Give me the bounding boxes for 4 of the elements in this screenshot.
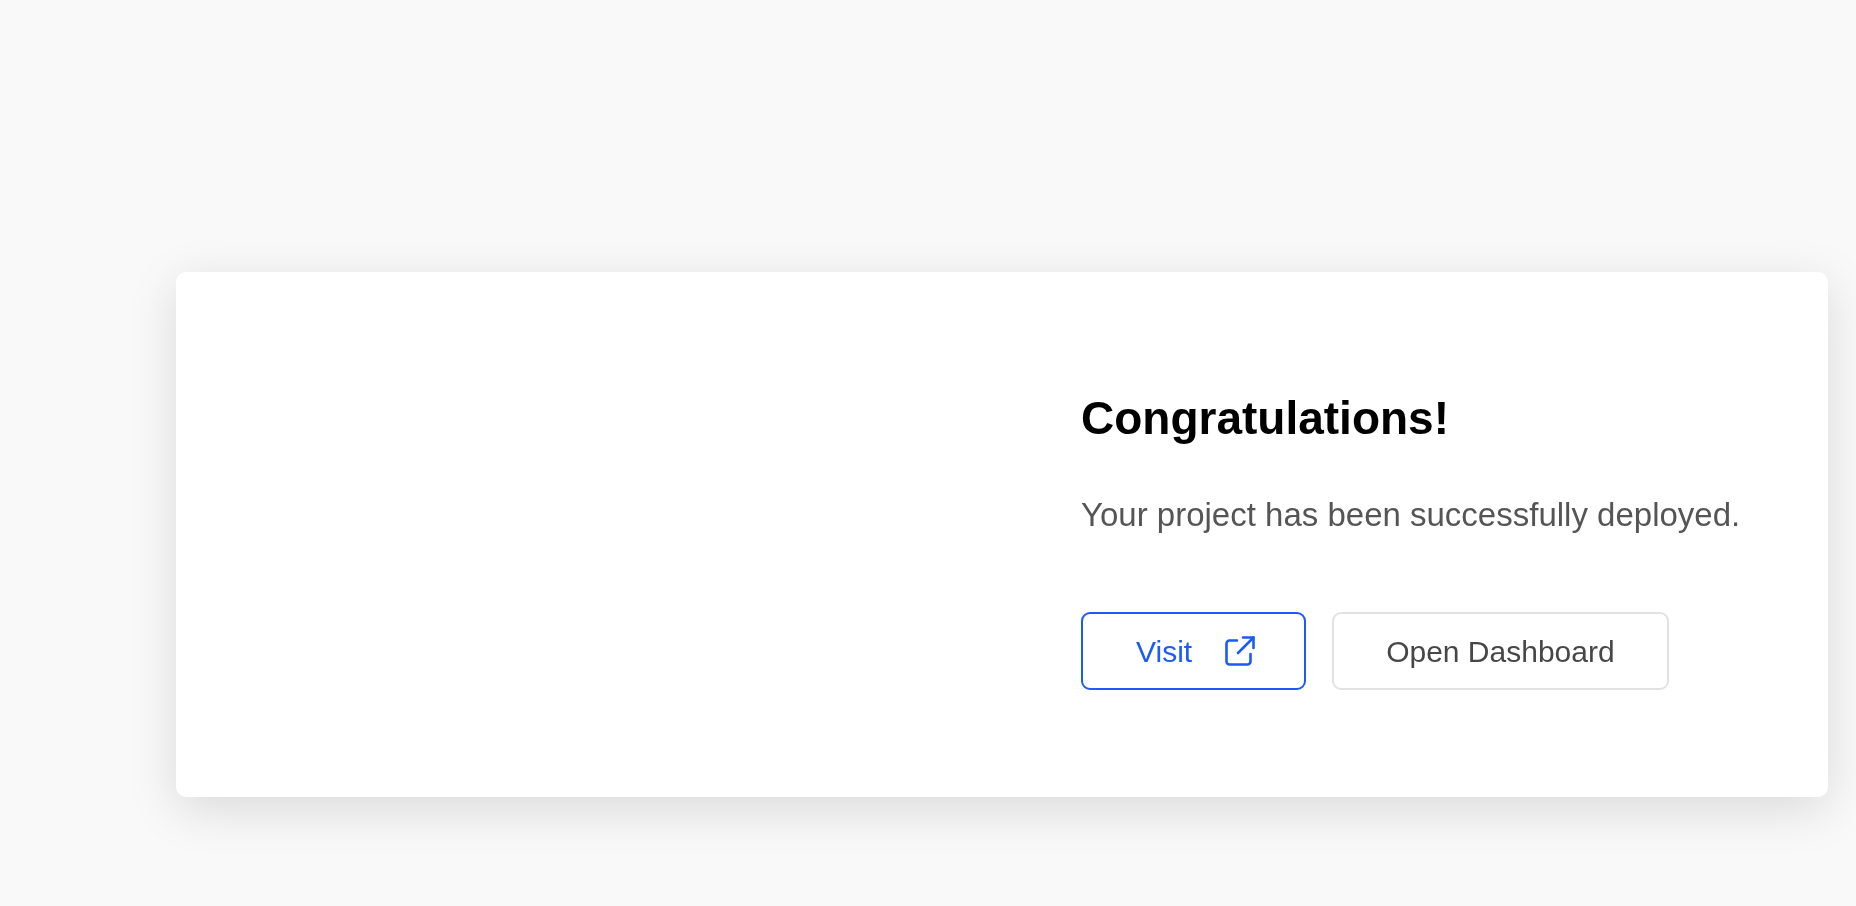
external-link-icon	[1223, 634, 1258, 668]
visit-button[interactable]: Visit	[1081, 612, 1307, 690]
success-message: Your project has been successfully deployed.	[1081, 498, 1741, 531]
dashboard-button[interactable]: Open Dashboard	[1332, 612, 1669, 690]
